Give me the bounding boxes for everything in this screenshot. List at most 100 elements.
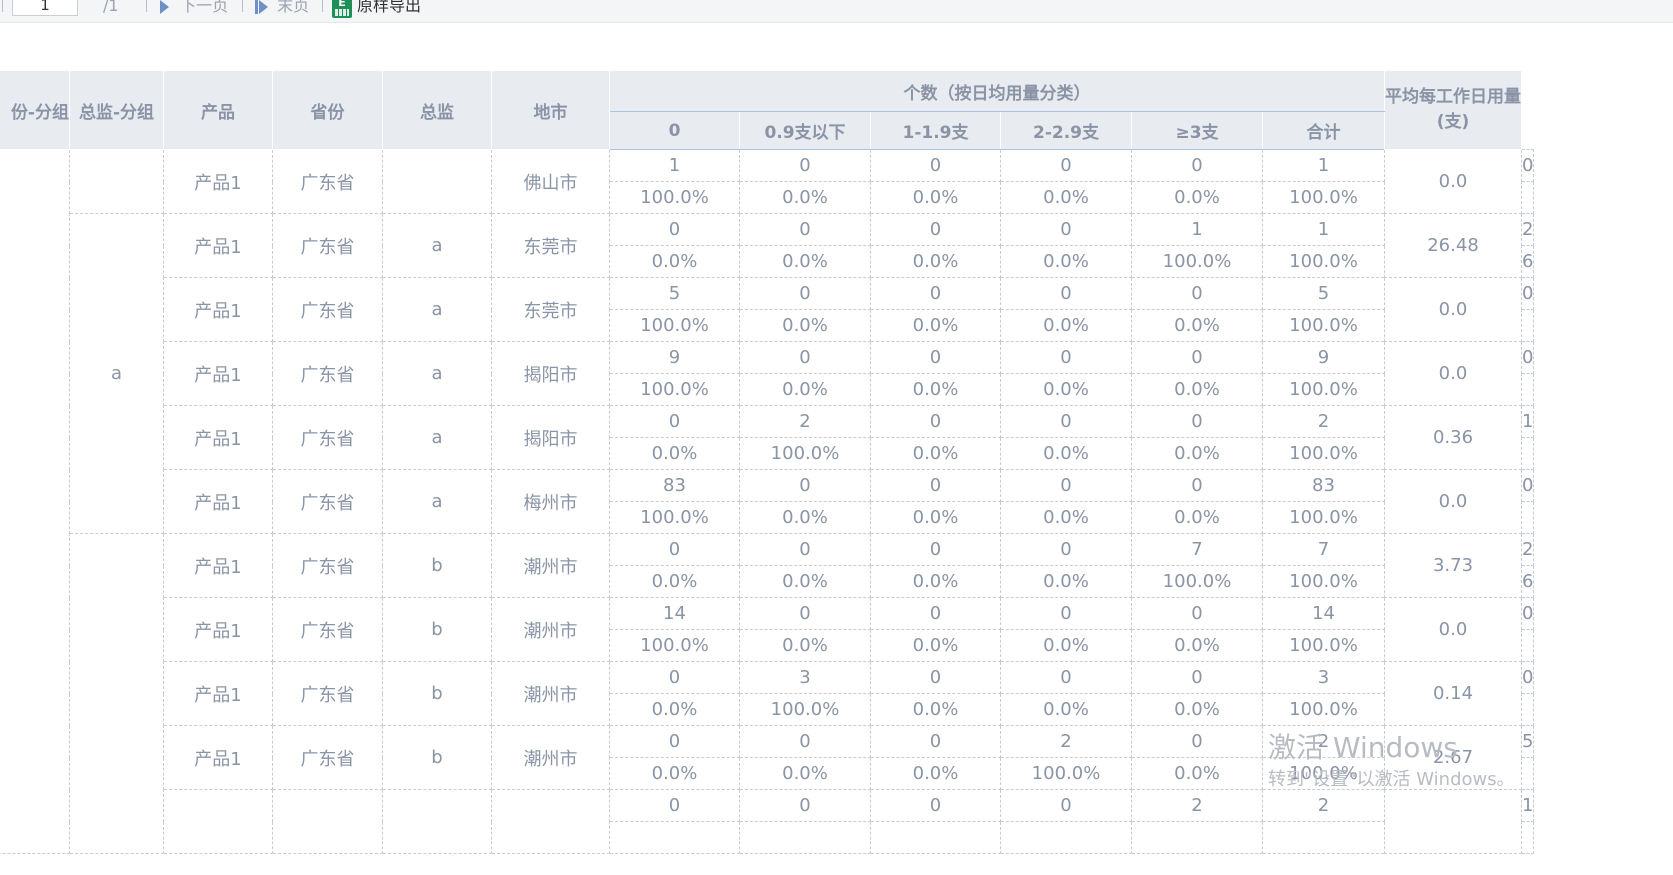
percent-cell: 0.0%	[1000, 309, 1132, 342]
count-cell[interactable]: 1	[1131, 213, 1263, 246]
subheader-cell[interactable]: 0	[609, 111, 740, 150]
page-number-input[interactable]	[12, 0, 78, 16]
percent-cell: 0.0%	[1000, 437, 1132, 470]
count-cell[interactable]: 2	[739, 405, 871, 438]
count-cell[interactable]: 83	[609, 469, 740, 502]
count-cell[interactable]: 3	[739, 661, 871, 694]
count-cell[interactable]: 1	[609, 149, 740, 182]
count-cell[interactable]: 0	[609, 725, 740, 758]
percent-cell: 0.0%	[739, 757, 871, 790]
count-cell[interactable]: 1	[1262, 213, 1385, 246]
count-cell[interactable]: 0	[739, 469, 871, 502]
count-cell[interactable]: 0	[870, 725, 1001, 758]
subheader-cell[interactable]: 合计	[1262, 111, 1385, 150]
next-page-button[interactable]: 下一页	[160, 0, 228, 16]
header-cell[interactable]: 总监	[382, 70, 492, 150]
header-cell[interactable]: 总监-分组	[69, 70, 164, 150]
count-cell[interactable]: 0	[1000, 405, 1132, 438]
last-page-button[interactable]: 末页	[255, 0, 309, 16]
count-cell[interactable]: 0	[739, 213, 871, 246]
count-cell[interactable]: 0	[1131, 725, 1263, 758]
count-cell[interactable]: 0	[1000, 597, 1132, 630]
count-cell[interactable]: 5	[1262, 277, 1385, 310]
excel-icon-grid	[335, 9, 349, 16]
count-cell[interactable]: 0	[739, 341, 871, 374]
count-cell[interactable]: 9	[609, 341, 740, 374]
count-cell[interactable]: 1	[1262, 149, 1385, 182]
percent-cell: 0.0%	[739, 501, 871, 534]
count-cell[interactable]: 0	[870, 533, 1001, 566]
truncated-next-col-cell: 0	[1520, 341, 1535, 374]
count-cell[interactable]: 14	[609, 597, 740, 630]
count-cell[interactable]: 0	[739, 597, 871, 630]
count-cell[interactable]: 14	[1262, 597, 1385, 630]
count-cell[interactable]: 0	[1131, 661, 1263, 694]
count-cell[interactable]: 0	[609, 533, 740, 566]
count-cell[interactable]: 0	[1000, 277, 1132, 310]
percent-cell: 0.0%	[609, 757, 740, 790]
count-cell[interactable]: 2	[1000, 725, 1132, 758]
count-cell[interactable]: 0	[739, 789, 871, 822]
count-cell[interactable]: 0	[1131, 405, 1263, 438]
count-cell[interactable]: 0	[870, 405, 1001, 438]
count-cell[interactable]: 0	[1131, 149, 1263, 182]
count-cell[interactable]: 0	[870, 789, 1001, 822]
count-cell[interactable]: 0	[1000, 149, 1132, 182]
excel-export-icon[interactable]: E	[332, 0, 352, 18]
count-cell[interactable]: 0	[1000, 213, 1132, 246]
count-cell[interactable]: 0	[870, 597, 1001, 630]
header-cell[interactable]: 产品	[163, 70, 273, 150]
count-cell[interactable]: 0	[870, 469, 1001, 502]
count-cell[interactable]: 0	[1131, 341, 1263, 374]
count-cell[interactable]: 0	[609, 405, 740, 438]
count-cell[interactable]: 0	[870, 341, 1001, 374]
percent-cell: 100.0%	[1262, 437, 1385, 470]
count-cell[interactable]: 3	[1262, 661, 1385, 694]
count-cell[interactable]: 0	[609, 661, 740, 694]
count-cell[interactable]: 2	[1262, 789, 1385, 822]
truncated-next-col-cell: 0	[1520, 469, 1535, 502]
truncated-next-col-cell: 0	[1520, 661, 1535, 694]
header-cell[interactable]: 地市	[491, 70, 610, 150]
province-cell: 广东省	[272, 597, 383, 662]
subheader-cell[interactable]: 1-1.9支	[870, 111, 1001, 150]
count-cell[interactable]: 0	[870, 213, 1001, 246]
count-cell[interactable]: 0	[870, 277, 1001, 310]
count-cell[interactable]: 2	[1131, 789, 1263, 822]
city-cell: 潮州市	[491, 725, 610, 790]
count-cell[interactable]: 0	[1000, 341, 1132, 374]
subheader-cell[interactable]: 0.9支以下	[739, 111, 871, 150]
count-cell[interactable]: 0	[1000, 469, 1132, 502]
count-cell[interactable]: 0	[1131, 597, 1263, 630]
count-cell[interactable]: 0	[739, 725, 871, 758]
count-cell[interactable]: 0	[609, 789, 740, 822]
page-total-label: /1	[103, 0, 119, 15]
count-cell[interactable]: 0	[1000, 533, 1132, 566]
count-cell[interactable]: 7	[1131, 533, 1263, 566]
count-cell[interactable]: 83	[1262, 469, 1385, 502]
count-cell[interactable]: 0	[870, 149, 1001, 182]
count-cell[interactable]: 0	[739, 149, 871, 182]
count-cell[interactable]: 7	[1262, 533, 1385, 566]
subheader-cell[interactable]: 2-2.9支	[1000, 111, 1132, 150]
count-cell[interactable]: 5	[609, 277, 740, 310]
percent-cell: 100.0%	[1262, 629, 1385, 662]
group-header-count-by-usage[interactable]: 个数（按日均用量分类）	[609, 70, 1385, 112]
count-cell[interactable]: 0	[1000, 661, 1132, 694]
count-cell[interactable]: 0	[1000, 789, 1132, 822]
count-cell[interactable]: 0	[739, 277, 871, 310]
export-button-label[interactable]: 原样导出	[357, 0, 421, 16]
count-cell[interactable]: 0	[1131, 469, 1263, 502]
subheader-cell[interactable]: ≥3支	[1131, 111, 1263, 150]
header-cell[interactable]: 份-分组	[0, 70, 70, 150]
header-cell[interactable]: 省份	[272, 70, 383, 150]
count-cell[interactable]: 0	[609, 213, 740, 246]
count-cell[interactable]: 0	[739, 533, 871, 566]
percent-cell: 0.0%	[870, 437, 1001, 470]
count-cell[interactable]: 2	[1262, 405, 1385, 438]
header-avg-daily-usage[interactable]: 平均每工作日用量(支)	[1384, 70, 1522, 150]
count-cell[interactable]: 9	[1262, 341, 1385, 374]
count-cell[interactable]: 0	[870, 661, 1001, 694]
count-cell[interactable]: 0	[1131, 277, 1263, 310]
last-arrow-icon	[259, 0, 268, 14]
